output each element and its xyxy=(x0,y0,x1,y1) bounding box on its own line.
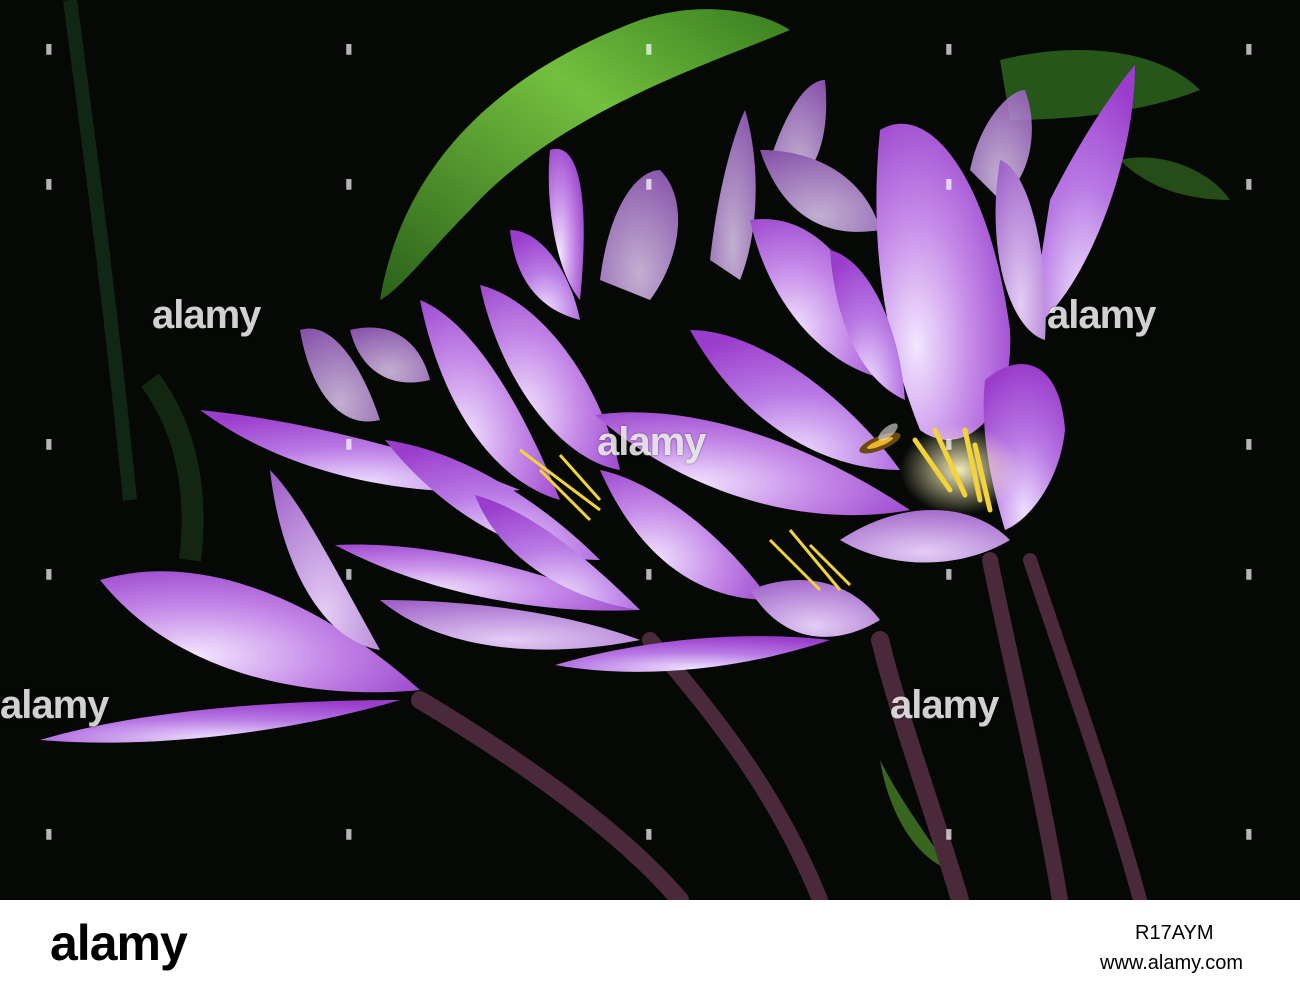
site-url: www.alamy.com xyxy=(1100,952,1243,974)
flower-photo: alamy alamy alamy alamy alamy ▮ ▮ ▮ ▮ ▮ … xyxy=(0,0,1300,900)
watermark-text: alamy xyxy=(890,683,999,727)
watermark-text: alamy xyxy=(0,683,109,727)
stock-footer: alamy R17AYM www.alamy.com xyxy=(0,900,1300,990)
watermark-text: alamy xyxy=(1047,293,1156,337)
image-frame: alamy alamy alamy alamy alamy ▮ ▮ ▮ ▮ ▮ … xyxy=(0,0,1300,990)
watermark-text: alamy xyxy=(597,420,706,464)
image-id: R17AYM xyxy=(1135,922,1214,944)
watermark-text: alamy xyxy=(152,293,261,337)
alamy-logo: alamy xyxy=(50,915,188,971)
